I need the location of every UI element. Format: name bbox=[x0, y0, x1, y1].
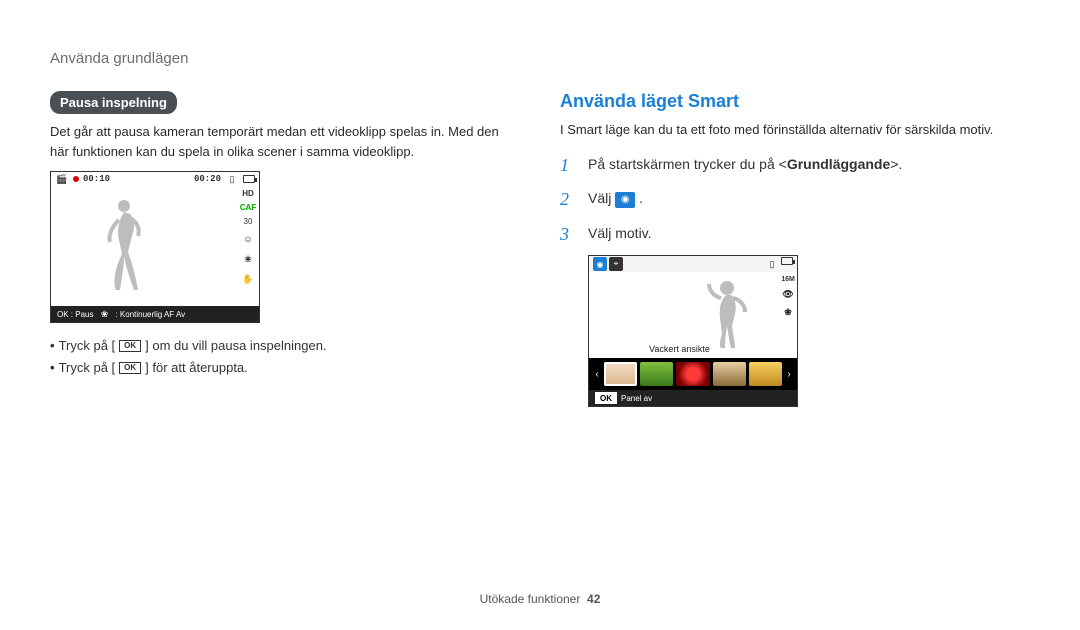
bullet-dot-icon: • bbox=[50, 357, 55, 379]
caf-badge: CAF bbox=[240, 204, 256, 212]
video-mode-icon: 🎬 bbox=[55, 172, 69, 186]
footer-label: Utökade funktioner bbox=[480, 592, 581, 606]
resolution-badge: 16M bbox=[781, 276, 795, 283]
b1-pre: Tryck på [ bbox=[59, 335, 116, 357]
ok-button-icon: OK bbox=[119, 362, 141, 374]
ss1-footer-ok: OK : Paus bbox=[57, 310, 93, 319]
b2-pre: Tryck på [ bbox=[59, 357, 116, 379]
prev-arrow-icon: ‹ bbox=[593, 369, 601, 380]
flower-icon: ❀ bbox=[97, 307, 111, 321]
ss2-footer: OK Panel av bbox=[589, 390, 797, 406]
ss1-right-icons: HD CAF 30 ☺ ❀ ✋ bbox=[237, 186, 259, 306]
hd-badge: HD bbox=[242, 190, 254, 198]
step-1: 1 På startskärmen trycker du på <Grundlä… bbox=[560, 150, 1030, 181]
ss1-body: HD CAF 30 ☺ ❀ ✋ bbox=[51, 186, 259, 306]
next-arrow-icon: › bbox=[785, 369, 793, 380]
s1-pre: På startskärmen trycker du på < bbox=[588, 156, 787, 172]
total-time: 00:20 bbox=[194, 174, 221, 184]
flower-macro-icon: ❀ bbox=[781, 305, 795, 319]
manual-page: Använda grundlägen Pausa inspelning Det … bbox=[0, 0, 1080, 630]
ss1-footer-af: : Kontinuerlig AF Av bbox=[115, 310, 185, 319]
bullet-dot-icon: • bbox=[50, 335, 55, 357]
video-pause-screenshot: 🎬 00:10 00:20 ▯ bbox=[50, 171, 260, 323]
two-column-layout: Pausa inspelning Det går att pausa kamer… bbox=[50, 91, 1030, 407]
step-number: 2 bbox=[560, 184, 574, 215]
page-footer: Utökade funktioner 42 bbox=[0, 592, 1080, 606]
smart-mode-icon: ◉ bbox=[593, 257, 607, 271]
step-3-text: Välj motiv. bbox=[588, 222, 652, 246]
eye-icon: 👁 bbox=[781, 287, 795, 301]
sd-card-icon: ▯ bbox=[225, 172, 239, 186]
stabilization-icon: ✋ bbox=[241, 272, 255, 286]
battery-icon bbox=[243, 175, 255, 183]
flower-macro-icon: ❀ bbox=[241, 252, 255, 266]
step-2: 2 Välj ◉ . bbox=[560, 184, 1030, 215]
smart-camera-icon: ◉ bbox=[615, 192, 635, 208]
battery-icon bbox=[781, 257, 793, 265]
b1-post: ] om du vill pausa inspelningen. bbox=[145, 335, 326, 357]
left-column: Pausa inspelning Det går att pausa kamer… bbox=[50, 91, 520, 407]
scene-thumbnail-strip: ‹ › bbox=[589, 358, 797, 390]
child-silhouette-icon bbox=[707, 278, 747, 348]
scene-thumb-1 bbox=[604, 362, 637, 386]
ss2-body: 16M 👁 ❀ Vackert ansikte bbox=[589, 272, 797, 358]
ss2-right-icons: 16M 👁 ❀ bbox=[781, 276, 795, 319]
step-number: 1 bbox=[560, 150, 574, 181]
step-number: 3 bbox=[560, 219, 574, 250]
scene-thumb-3 bbox=[676, 362, 709, 386]
smart-mode-screenshot: ◉ ⌖ ▯ 16M bbox=[588, 255, 798, 407]
dancer-silhouette-icon bbox=[106, 196, 142, 292]
s1-bold: Grundläggande bbox=[787, 156, 890, 172]
ss1-topbar: 🎬 00:10 00:20 ▯ bbox=[51, 172, 259, 186]
right-column: Använda läget Smart I Smart läge kan du … bbox=[560, 91, 1030, 407]
ok-button-icon: OK bbox=[595, 392, 617, 404]
elapsed-time: 00:10 bbox=[83, 174, 110, 184]
bullet-1: • Tryck på [ OK ] om du vill pausa inspe… bbox=[50, 335, 520, 357]
breadcrumb: Använda grundlägen bbox=[50, 50, 1030, 67]
smart-mode-intro: I Smart läge kan du ta ett foto med föri… bbox=[560, 120, 1030, 140]
ok-button-icon: OK bbox=[119, 340, 141, 352]
numbered-steps: 1 På startskärmen trycker du på <Grundlä… bbox=[560, 150, 1030, 250]
b2-post: ] för att återuppta. bbox=[145, 357, 248, 379]
s2-post: . bbox=[639, 190, 643, 206]
step-3: 3 Välj motiv. bbox=[560, 219, 1030, 250]
smart-mode-heading: Använda läget Smart bbox=[560, 91, 1030, 112]
scene-name-label: Vackert ansikte bbox=[649, 344, 710, 354]
ss2-footer-text: Panel av bbox=[621, 394, 652, 403]
sd-card-icon: ▯ bbox=[765, 257, 779, 271]
ss1-canvas bbox=[51, 186, 237, 306]
face-detect-icon: ☺ bbox=[241, 232, 255, 246]
ss1-footer: OK : Paus ❀ : Kontinuerlig AF Av bbox=[51, 306, 259, 322]
record-dot-icon bbox=[73, 176, 79, 182]
s2-pre: Välj bbox=[588, 190, 615, 206]
section-pill-pause: Pausa inspelning bbox=[50, 91, 177, 114]
scene-thumb-2 bbox=[640, 362, 673, 386]
fps-badge: 30 bbox=[244, 218, 253, 226]
page-number: 42 bbox=[587, 592, 600, 606]
bullet-2: • Tryck på [ OK ] för att återuppta. bbox=[50, 357, 520, 379]
s1-post: >. bbox=[890, 156, 902, 172]
step-2-text: Välj ◉ . bbox=[588, 187, 643, 211]
ss2-topbar: ◉ ⌖ ▯ bbox=[589, 256, 797, 272]
step-1-text: På startskärmen trycker du på <Grundlägg… bbox=[588, 153, 902, 177]
scene-thumb-5 bbox=[749, 362, 782, 386]
bullet-list: • Tryck på [ OK ] om du vill pausa inspe… bbox=[50, 335, 520, 379]
pause-intro-text: Det går att pausa kameran temporärt meda… bbox=[50, 122, 520, 161]
focus-mode-icon: ⌖ bbox=[609, 257, 623, 271]
scene-thumb-4 bbox=[713, 362, 746, 386]
